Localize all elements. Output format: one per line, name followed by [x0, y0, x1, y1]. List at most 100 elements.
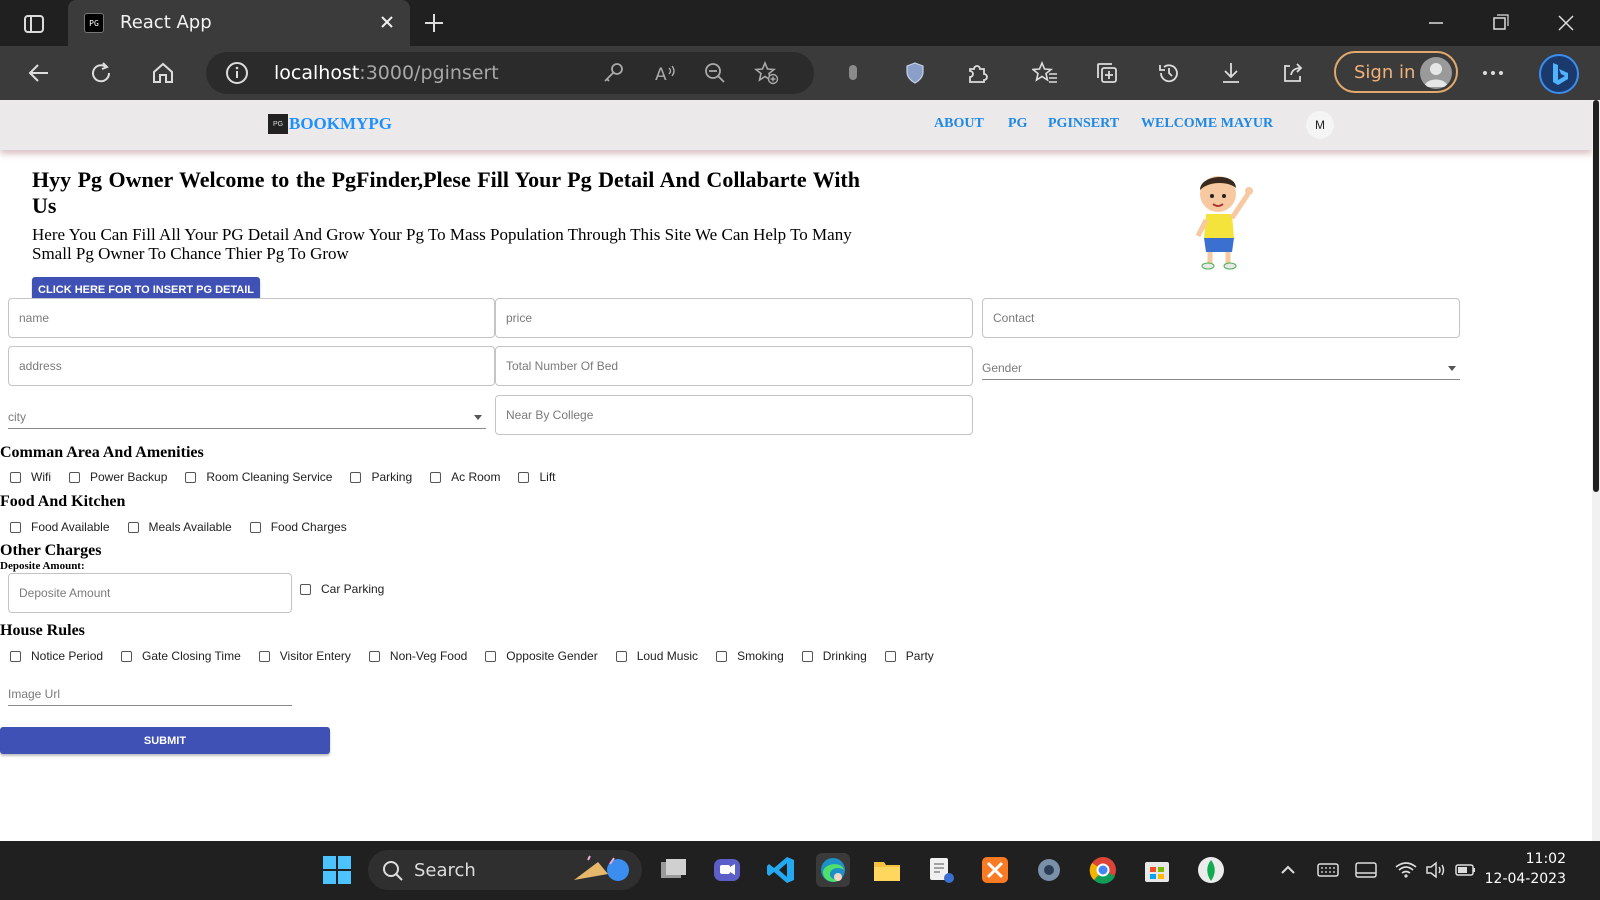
read-aloud-icon[interactable]: A	[650, 58, 680, 88]
checkbox-opposite-gender[interactable]: Opposite Gender	[485, 649, 598, 663]
settings-gear-icon[interactable]	[1032, 853, 1066, 887]
edge-icon[interactable]	[816, 853, 850, 887]
checkbox-car-parking[interactable]: Car Parking	[300, 582, 384, 596]
favorites-icon[interactable]	[1030, 58, 1060, 88]
checkbox-box[interactable]	[518, 471, 530, 483]
near-by-college-input[interactable]: Near By College	[495, 395, 973, 435]
keyboard-icon[interactable]	[1316, 858, 1340, 882]
checkbox-power-backup[interactable]: Power Backup	[69, 470, 167, 484]
tab-actions-icon[interactable]	[14, 10, 54, 38]
teams-chat-icon[interactable]	[710, 853, 744, 887]
nav-link-welcome[interactable]: WELCOME MAYUR	[1141, 116, 1273, 132]
address-input[interactable]: address	[8, 346, 495, 386]
nav-link-pg[interactable]: PG	[1008, 116, 1027, 132]
system-clock[interactable]: 11:02 12-04-2023	[1485, 849, 1566, 889]
task-view-icon[interactable]	[656, 853, 690, 887]
checkbox-box[interactable]	[121, 650, 133, 662]
checkbox-loud-music[interactable]: Loud Music	[615, 649, 698, 663]
xampp-icon[interactable]	[978, 853, 1012, 887]
checkbox-box[interactable]	[350, 471, 362, 483]
checkbox-parking[interactable]: Parking	[350, 470, 412, 484]
extension-mouse-icon[interactable]	[838, 58, 868, 88]
checkbox-food-available[interactable]: Food Available	[10, 520, 110, 534]
name-input[interactable]: name	[8, 298, 495, 338]
file-explorer-icon[interactable]	[870, 853, 904, 887]
add-favorite-icon[interactable]	[752, 58, 782, 88]
checkbox-ac-room[interactable]: Ac Room	[430, 470, 500, 484]
gender-select[interactable]: Gender	[982, 346, 1460, 380]
more-options-icon[interactable]	[1478, 58, 1508, 88]
key-icon[interactable]	[598, 58, 628, 88]
nav-link-about[interactable]: ABOUT	[934, 116, 984, 132]
city-select[interactable]: city	[8, 395, 486, 429]
show-hidden-icons-icon[interactable]	[1276, 858, 1300, 882]
checkbox-drinking[interactable]: Drinking	[801, 649, 867, 663]
checkbox-gate-closing-time[interactable]: Gate Closing Time	[121, 649, 241, 663]
submit-button[interactable]: SUBMIT	[0, 727, 330, 754]
checkbox-wifi[interactable]: Wifi	[10, 470, 51, 484]
microsoft-store-icon[interactable]	[1140, 853, 1174, 887]
chrome-icon[interactable]	[1086, 853, 1120, 887]
checkbox-notice-period[interactable]: Notice Period	[10, 649, 103, 663]
checkbox-box[interactable]	[10, 650, 21, 662]
nav-link-pginsert[interactable]: PGINSERT	[1048, 116, 1119, 132]
volume-icon[interactable]	[1424, 858, 1448, 882]
back-icon[interactable]	[24, 58, 54, 88]
checkbox-smoking[interactable]: Smoking	[716, 649, 784, 663]
checkbox-box[interactable]	[430, 471, 442, 483]
checkbox-food-charges[interactable]: Food Charges	[249, 520, 347, 534]
display-icon[interactable]	[1354, 858, 1378, 882]
checkbox-box[interactable]	[368, 650, 380, 662]
restore-icon[interactable]	[1480, 10, 1520, 36]
taskbar-search[interactable]: Search	[368, 850, 642, 890]
deposit-amount-input[interactable]: Deposite Amount	[8, 573, 292, 613]
address-bar[interactable]: localhost:3000/pginsert A	[206, 52, 814, 94]
vscode-icon[interactable]	[764, 853, 798, 887]
zoom-out-icon[interactable]	[700, 58, 730, 88]
close-window-icon[interactable]	[1546, 10, 1586, 36]
checkbox-meals-available[interactable]: Meals Available	[127, 520, 232, 534]
shield-icon[interactable]	[900, 58, 930, 88]
new-tab-icon[interactable]	[420, 10, 448, 36]
user-avatar[interactable]: M	[1306, 111, 1334, 139]
mongodb-compass-icon[interactable]	[1194, 853, 1228, 887]
reload-icon[interactable]	[86, 58, 116, 88]
checkbox-lift[interactable]: Lift	[518, 470, 556, 484]
checkbox-box[interactable]	[615, 650, 627, 662]
checkbox-box[interactable]	[10, 521, 21, 533]
checkbox-box[interactable]	[249, 521, 261, 533]
checkbox-box[interactable]	[485, 650, 497, 662]
checkbox-box[interactable]	[801, 650, 813, 662]
battery-icon[interactable]	[1454, 858, 1478, 882]
site-info-icon[interactable]	[222, 58, 252, 88]
contact-input[interactable]: Contact	[982, 298, 1460, 338]
checkbox-room-cleaning[interactable]: Room Cleaning Service	[185, 470, 332, 484]
checkbox-box[interactable]	[258, 650, 270, 662]
scrollbar-thumb[interactable]	[1593, 100, 1599, 492]
bing-copilot-icon[interactable]	[1538, 53, 1580, 95]
home-icon[interactable]	[148, 58, 178, 88]
total-beds-input[interactable]: Total Number Of Bed	[495, 346, 973, 386]
checkbox-visitor-entry[interactable]: Visitor Entery	[258, 649, 351, 663]
start-icon[interactable]	[320, 853, 354, 887]
brand[interactable]: PG BOOKMYPG	[268, 114, 392, 134]
checkbox-box[interactable]	[69, 471, 80, 483]
collections-icon[interactable]	[1092, 58, 1122, 88]
checkbox-box[interactable]	[884, 650, 896, 662]
checkbox-box[interactable]	[127, 521, 139, 533]
snipping-tool-icon[interactable]	[924, 853, 958, 887]
download-icon[interactable]	[1216, 58, 1246, 88]
checkbox-box[interactable]	[10, 471, 21, 483]
browser-tab[interactable]: PG React App	[68, 0, 410, 46]
image-url-input[interactable]: Image Url	[8, 680, 292, 706]
checkbox-box[interactable]	[716, 650, 728, 662]
share-icon[interactable]	[1278, 58, 1308, 88]
close-tab-icon[interactable]	[376, 11, 398, 33]
checkbox-box[interactable]	[300, 583, 311, 595]
sign-in-button[interactable]: Sign in	[1334, 51, 1458, 93]
minimize-icon[interactable]	[1416, 10, 1456, 36]
wifi-icon[interactable]	[1394, 858, 1418, 882]
checkbox-non-veg-food[interactable]: Non-Veg Food	[368, 649, 467, 663]
price-input[interactable]: price	[495, 298, 973, 338]
checkbox-party[interactable]: Party	[884, 649, 934, 663]
